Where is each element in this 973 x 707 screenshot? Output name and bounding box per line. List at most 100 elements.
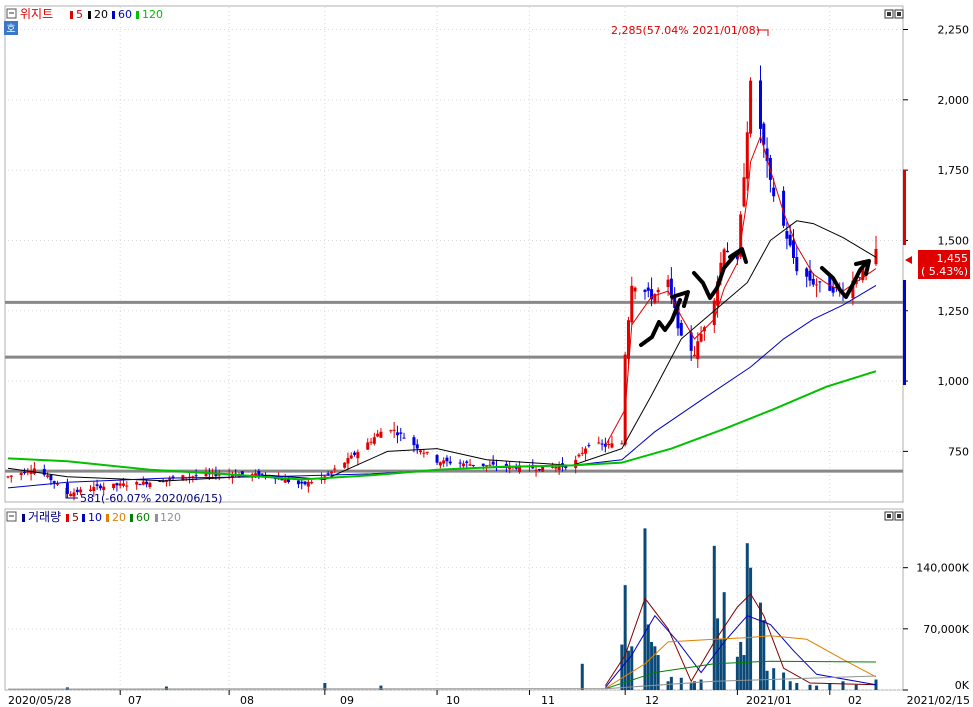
price-y-tick-label: 2,000 bbox=[938, 94, 970, 107]
ma-legend-120: 120 bbox=[142, 8, 163, 21]
candle-body bbox=[303, 481, 307, 485]
stock-chart: 2,250 2,000 1,750 1,500 1,250 1,000 750 140,000… bbox=[0, 0, 973, 707]
candle-body bbox=[488, 464, 492, 466]
candle-body bbox=[346, 458, 350, 464]
candle-body bbox=[72, 492, 76, 497]
ma-legend-20: 20 bbox=[94, 8, 108, 21]
volume-bar bbox=[795, 683, 799, 690]
candle-body bbox=[194, 475, 198, 477]
volume-bar bbox=[699, 679, 703, 690]
candle-body bbox=[791, 240, 795, 258]
candle-body bbox=[557, 466, 561, 471]
x-label-8: 02 bbox=[848, 694, 862, 707]
maximize-icon-glyph bbox=[887, 12, 891, 16]
volume-bar bbox=[689, 683, 693, 690]
candle-body bbox=[669, 278, 673, 295]
candle-body bbox=[438, 462, 442, 466]
candle-body bbox=[161, 481, 165, 483]
candle-body bbox=[296, 480, 300, 485]
candle-body bbox=[554, 466, 558, 469]
candle-body bbox=[135, 482, 139, 485]
side-button-label: 호 bbox=[6, 23, 15, 35]
candle-body bbox=[366, 442, 370, 450]
candle-body bbox=[56, 483, 60, 485]
candle-body bbox=[587, 445, 591, 447]
candle-body bbox=[399, 432, 403, 434]
candle-body bbox=[329, 471, 333, 474]
low-annotation: 581(-60.07% 2020/06/15) bbox=[80, 492, 222, 505]
volume-maximize-icon-glyph bbox=[887, 514, 891, 518]
candle-body bbox=[643, 289, 647, 292]
candle-body bbox=[481, 463, 485, 466]
candle-body bbox=[326, 473, 330, 475]
candle-body bbox=[785, 231, 789, 239]
volume-bar bbox=[841, 681, 845, 690]
candle-body bbox=[580, 452, 584, 454]
candle-body bbox=[620, 443, 624, 445]
vol-ma-legend-5-swatch bbox=[66, 514, 69, 522]
candle-body bbox=[122, 483, 126, 486]
x-label-7: 2021/01 bbox=[746, 694, 792, 707]
candle-body bbox=[138, 484, 142, 486]
ma-legend-120-swatch bbox=[136, 11, 139, 19]
candle-body bbox=[435, 455, 439, 463]
candle-body bbox=[656, 289, 660, 293]
candle-body bbox=[808, 271, 812, 281]
volume-bar bbox=[646, 624, 650, 690]
candle-body bbox=[722, 249, 726, 266]
volume-y-tick-label: 140,000K bbox=[916, 562, 969, 575]
candle-body bbox=[815, 284, 819, 286]
candle-body bbox=[419, 450, 423, 453]
x-label-3: 09 bbox=[340, 694, 354, 707]
volume-title: 거래량 bbox=[28, 510, 61, 524]
candle-body bbox=[112, 483, 116, 489]
stock-name-label: 위지트 bbox=[20, 7, 53, 21]
price-y-tick-label: 1,000 bbox=[938, 375, 970, 388]
candle-body bbox=[306, 481, 310, 487]
candle-body bbox=[372, 437, 376, 444]
candle-body bbox=[831, 286, 835, 293]
volume-bar bbox=[643, 528, 647, 690]
candle-body bbox=[646, 287, 650, 291]
candle-body bbox=[795, 257, 799, 272]
candle-body bbox=[254, 473, 258, 476]
candle-body bbox=[597, 442, 601, 444]
candle-body bbox=[283, 479, 287, 483]
candle-body bbox=[534, 470, 538, 472]
volume-bar bbox=[580, 663, 584, 690]
candle-body bbox=[376, 433, 380, 437]
candle-body bbox=[75, 489, 79, 493]
candle-body bbox=[712, 300, 716, 326]
current-change-label: ( 5.43%) bbox=[921, 265, 968, 278]
candle-body bbox=[52, 481, 56, 483]
ma-legend-60: 60 bbox=[118, 8, 132, 21]
current-price-label: 1,455 bbox=[937, 252, 969, 265]
candle-body bbox=[551, 466, 555, 468]
candle-body bbox=[758, 80, 762, 129]
x-label-1: 07 bbox=[128, 694, 142, 707]
candle-body bbox=[98, 485, 102, 489]
candle-body bbox=[679, 322, 683, 336]
x-label-2: 08 bbox=[240, 694, 254, 707]
volume-bar bbox=[712, 545, 716, 690]
candle-body bbox=[95, 484, 99, 486]
x-label-6: 12 bbox=[645, 694, 659, 707]
candle-body bbox=[600, 443, 604, 445]
candle-body bbox=[395, 432, 399, 436]
candle-body bbox=[402, 437, 406, 439]
candle-body bbox=[537, 469, 541, 471]
volume-bar bbox=[765, 670, 769, 690]
candle-body bbox=[471, 464, 475, 466]
ma-legend-5: 5 bbox=[76, 8, 83, 21]
x-label-0: 2020/05/28 bbox=[8, 694, 71, 707]
candle-body bbox=[491, 461, 495, 465]
price-range-bar-down bbox=[903, 280, 906, 385]
candle-body bbox=[465, 461, 469, 463]
candle-body bbox=[749, 80, 753, 134]
candle-body bbox=[772, 187, 776, 197]
candle-body bbox=[9, 475, 13, 477]
vol-ma-legend-10: 10 bbox=[88, 511, 102, 524]
candle-body bbox=[442, 460, 446, 464]
candle-body bbox=[89, 489, 93, 491]
price-y-tick-label: 750 bbox=[948, 445, 969, 458]
